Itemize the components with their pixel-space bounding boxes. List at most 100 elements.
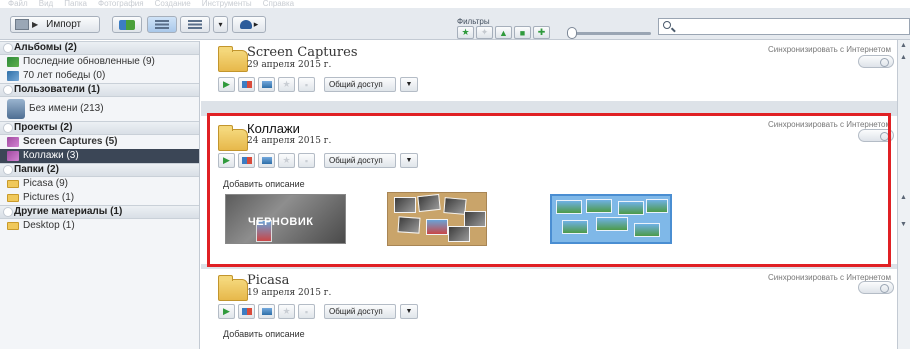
geotag-filter-button[interactable]: ✚ (533, 26, 550, 39)
sidebar-item-screen-captures[interactable]: Screen Captures (5) (0, 135, 199, 149)
add-to-album-button[interactable] (112, 16, 142, 33)
add-description[interactable]: Добавить описание (223, 329, 305, 339)
star-button[interactable]: ★ (278, 304, 295, 319)
share-dropdown-button[interactable]: ▼ (400, 304, 418, 319)
album-date: 29 апреля 2015 г. (247, 60, 332, 70)
search-icon (663, 21, 671, 29)
save-button[interactable]: ▪ (298, 304, 315, 319)
share-icon (239, 20, 252, 29)
sidebar-item-label: Последние обновленные (9) (23, 56, 155, 67)
filters-label: Фильтры (457, 17, 490, 26)
filter-buttons: ★ ✦ ▲ ■ ✚ (457, 26, 550, 39)
folder-icon (7, 180, 19, 188)
vertical-scrollbar[interactable]: ▲ ▲ ▲ ▼ (897, 40, 910, 349)
sidebar-item-label: Pictures (1) (23, 192, 75, 203)
movie-icon (261, 81, 272, 88)
star-filter-button[interactable]: ★ (457, 26, 474, 39)
sidebar-item-picasa[interactable]: Picasa (9) (0, 177, 199, 191)
users-header[interactable]: Пользователи (1) (0, 83, 199, 97)
camera-icon (15, 19, 29, 30)
sidebar-item-desktop[interactable]: Desktop (1) (0, 219, 199, 233)
scroll-up-icon[interactable]: ▲ (900, 54, 907, 61)
movie-button[interactable] (258, 304, 275, 319)
sync-toggle[interactable] (858, 55, 894, 68)
scroll-up-icon[interactable]: ▲ (900, 194, 907, 201)
sidebar-item-pictures[interactable]: Pictures (1) (0, 191, 199, 205)
scroll-down-icon[interactable]: ▼ (900, 221, 907, 228)
menu-photo[interactable]: Фотография (98, 0, 144, 8)
collage-button[interactable] (238, 77, 255, 92)
sidebar-item-label: 70 лет победы (0) (23, 70, 106, 81)
search-input[interactable] (658, 18, 910, 35)
scroll-up-icon[interactable]: ▲ (900, 42, 907, 49)
album-title[interactable]: Picasa (247, 273, 289, 288)
folders-header[interactable]: Папки (2) (0, 163, 199, 177)
sidebar-item-victory[interactable]: 70 лет победы (0) (0, 69, 199, 83)
collage-icon (7, 151, 19, 161)
share-button[interactable]: Общий доступ (324, 304, 396, 319)
slideshow-button[interactable]: ▶ (218, 304, 235, 319)
sidebar-item-label: Без имени (213) (29, 103, 104, 114)
menu-folder[interactable]: Папка (64, 0, 87, 8)
menu-tools[interactable]: Инструменты (202, 0, 252, 8)
star-button[interactable]: ★ (278, 77, 295, 92)
sync-toggle[interactable] (858, 281, 894, 294)
collage-icon (241, 308, 252, 315)
view-dropdown-button[interactable]: ▾ (213, 16, 228, 33)
view-tree-button[interactable] (180, 16, 210, 33)
video-filter-button[interactable]: ■ (514, 26, 531, 39)
collage-button[interactable] (238, 304, 255, 319)
album-title[interactable]: Screen Captures (247, 45, 358, 60)
movie-button[interactable] (258, 77, 275, 92)
menu-file[interactable]: Файл (8, 0, 28, 8)
sidebar-item-label: Коллажи (3) (23, 150, 79, 161)
other-header[interactable]: Другие материалы (1) (0, 205, 199, 219)
slideshow-button[interactable]: ▶ (218, 77, 235, 92)
album-card-screen-captures[interactable]: Screen Captures 29 апреля 2015 г. Синхро… (201, 41, 899, 101)
folder-icon (218, 46, 248, 72)
sidebar: Альбомы (2) Последние обновленные (9) 70… (0, 41, 200, 349)
share-button[interactable]: Общий доступ (324, 77, 396, 92)
album-icon (7, 71, 19, 81)
share-button[interactable]: ▸ (232, 16, 266, 33)
project-icon (7, 137, 19, 147)
share-dropdown-button[interactable]: ▼ (400, 77, 418, 92)
people-filter-button[interactable]: ✦ (476, 26, 493, 39)
menu-view[interactable]: Вид (39, 0, 53, 8)
person-filter-button[interactable]: ▲ (495, 26, 512, 39)
user-avatar-icon (7, 99, 25, 119)
album-actions: ▶ ★ ▪ Общий доступ ▼ (218, 304, 418, 319)
list-icon (155, 20, 169, 29)
picasa-window: Файл Вид Папка Фотография Создание Инстр… (0, 0, 910, 349)
albums-header[interactable]: Альбомы (2) (0, 41, 199, 55)
sidebar-item-label: Picasa (9) (23, 178, 69, 189)
album-icon (7, 57, 19, 67)
sidebar-item-collages[interactable]: Коллажи (3) (0, 149, 199, 163)
menu-create[interactable]: Создание (155, 0, 191, 8)
sidebar-item-label: Desktop (1) (23, 220, 75, 231)
sidebar-item-label: Screen Captures (5) (23, 136, 118, 147)
album-date: 19 апреля 2015 г. (247, 288, 332, 298)
date-slider-handle[interactable] (567, 27, 577, 39)
tree-icon (188, 20, 202, 29)
save-button[interactable]: ▪ (298, 77, 315, 92)
import-button[interactable]: ▶ Импорт (10, 16, 100, 33)
date-slider-track[interactable] (571, 32, 651, 35)
highlight-frame (207, 113, 891, 267)
album-card-picasa[interactable]: Picasa 19 апреля 2015 г. Синхронизироват… (201, 269, 899, 349)
menu-help[interactable]: Справка (263, 0, 294, 8)
sidebar-item-recent[interactable]: Последние обновленные (9) (0, 55, 199, 69)
toolbar: ▶ Импорт ▾ ▸ Фильтры ★ ✦ ▲ ■ ✚ (0, 8, 910, 40)
movie-icon (261, 308, 272, 315)
projects-header[interactable]: Проекты (2) (0, 121, 199, 135)
view-thumbnails-button[interactable] (147, 16, 177, 33)
folder-icon (7, 222, 19, 230)
import-label: Импорт (46, 19, 82, 30)
folder-icon (218, 275, 248, 301)
collage-icon (241, 81, 252, 88)
play-arrow-icon: ▶ (32, 20, 39, 29)
sidebar-item-unnamed[interactable]: Без имени (213) (0, 97, 199, 121)
add-album-icon (119, 19, 135, 30)
album-actions: ▶ ★ ▪ Общий доступ ▼ (218, 77, 418, 92)
menu-bar: Файл Вид Папка Фотография Создание Инстр… (0, 0, 910, 8)
